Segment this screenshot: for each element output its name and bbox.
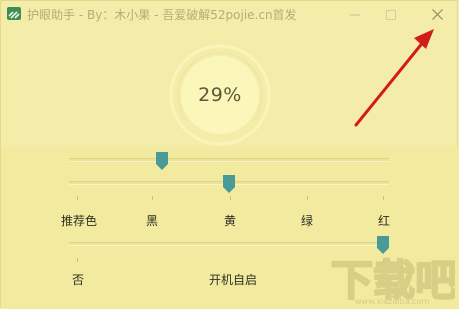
close-icon [431, 5, 443, 24]
color-tick [152, 196, 153, 200]
gauge-percent: 29% [198, 84, 242, 106]
color-option-yellow[interactable]: 黄 [224, 212, 236, 229]
color-option-green[interactable]: 绿 [301, 212, 313, 229]
brightness-slider-track[interactable] [69, 158, 389, 162]
autostart-slider-track[interactable] [69, 242, 389, 246]
color-tick [307, 196, 308, 200]
window-title: 护眼助手 - By：木小果 - 吾爱破解52pojie.cn首发 [27, 8, 297, 22]
color-tick [230, 196, 231, 200]
color-option-black[interactable]: 黑 [146, 212, 158, 229]
annotation-arrow [354, 29, 434, 127]
autostart-title: 开机自启 [208, 273, 258, 287]
watermark-url: www.xiazaiba.com [355, 297, 430, 306]
brightness-slider-thumb[interactable] [155, 152, 168, 170]
brightness-gauge: 29% [168, 43, 272, 147]
minimize-icon [350, 5, 360, 24]
color-tick [77, 196, 78, 200]
color-option-red[interactable]: 红 [378, 212, 390, 229]
color-tick [383, 196, 384, 200]
autostart-off-label[interactable]: 否 [72, 271, 84, 288]
autostart-tick [77, 258, 78, 262]
color-slider-thumb[interactable] [223, 175, 235, 193]
app-logo-icon [7, 7, 21, 20]
color-option-recommended[interactable]: 推荐色 [61, 212, 97, 229]
app-window: 护眼助手 - By：木小果 - 吾爱破解52pojie.cn首发 29% 推荐色… [0, 0, 459, 309]
maximize-icon [386, 5, 396, 24]
